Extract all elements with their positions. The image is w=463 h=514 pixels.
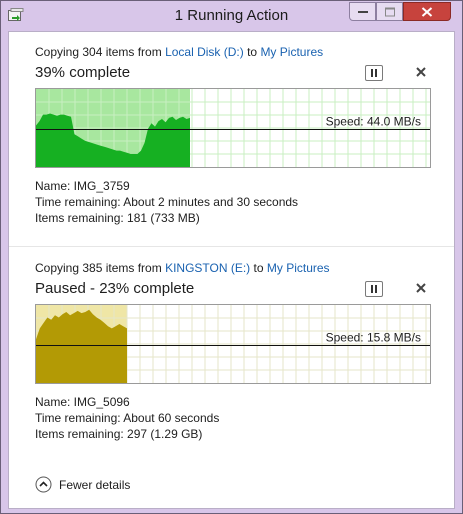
close-window-button[interactable] [403,2,451,21]
maximize-icon [384,7,395,16]
items-remaining: Items remaining: 297 (1.29 GB) [35,427,203,441]
file-name: Name: IMG_3759 [35,179,130,193]
progress-status: Paused - 23% complete [35,280,195,297]
time-remaining: Time remaining: About 2 minutes and 30 s… [35,195,299,209]
copy-description: Copying 304 items from Local Disk (D:) t… [35,45,323,59]
resume-button[interactable] [365,281,383,297]
to-text: to [250,261,267,275]
file-name: Name: IMG_5096 [35,395,130,409]
cancel-button[interactable] [415,66,427,78]
minimize-icon [357,10,368,13]
close-icon [421,6,433,17]
divider [9,246,454,247]
copy-description: Copying 385 items from KINGSTON (E:) to … [35,261,330,275]
close-icon [416,283,426,293]
pause-icon [371,69,373,77]
progress-status: 39% complete [35,64,131,81]
pause-icon [371,285,373,293]
title-bar[interactable]: 1 Running Action [1,1,462,31]
source-link[interactable]: KINGSTON (E:) [165,261,250,275]
close-icon [416,67,426,77]
copy-prefix: Copying 385 items from [35,261,166,275]
destination-link[interactable]: My Pictures [267,261,330,275]
details-toggle[interactable]: Fewer details [9,467,454,509]
maximize-button[interactable] [376,2,403,21]
file-copy-dialog: 1 Running Action Copying 304 items from … [0,0,463,514]
copy-prefix: Copying 304 items from [35,45,166,59]
speed-label: Speed: 15.8 MB/s [326,331,421,345]
items-remaining: Items remaining: 181 (733 MB) [35,211,200,225]
cancel-button[interactable] [415,282,427,294]
destination-link[interactable]: My Pictures [260,45,323,59]
pause-button[interactable] [365,65,383,81]
time-remaining: Time remaining: About 60 seconds [35,411,220,425]
copy-operation-2: Copying 385 items from KINGSTON (E:) to … [9,248,454,462]
source-link[interactable]: Local Disk (D:) [165,45,244,59]
chevron-up-icon [35,476,52,493]
to-text: to [243,45,261,59]
fewer-details-label: Fewer details [59,478,131,492]
dialog-content: Copying 304 items from Local Disk (D:) t… [8,31,455,509]
speed-graph: Speed: 15.8 MB/s [35,304,431,384]
speed-label: Speed: 44.0 MB/s [326,115,421,129]
minimize-button[interactable] [349,2,376,21]
speed-graph: Speed: 44.0 MB/s [35,88,431,168]
copy-operation-1: Copying 304 items from Local Disk (D:) t… [9,32,454,246]
